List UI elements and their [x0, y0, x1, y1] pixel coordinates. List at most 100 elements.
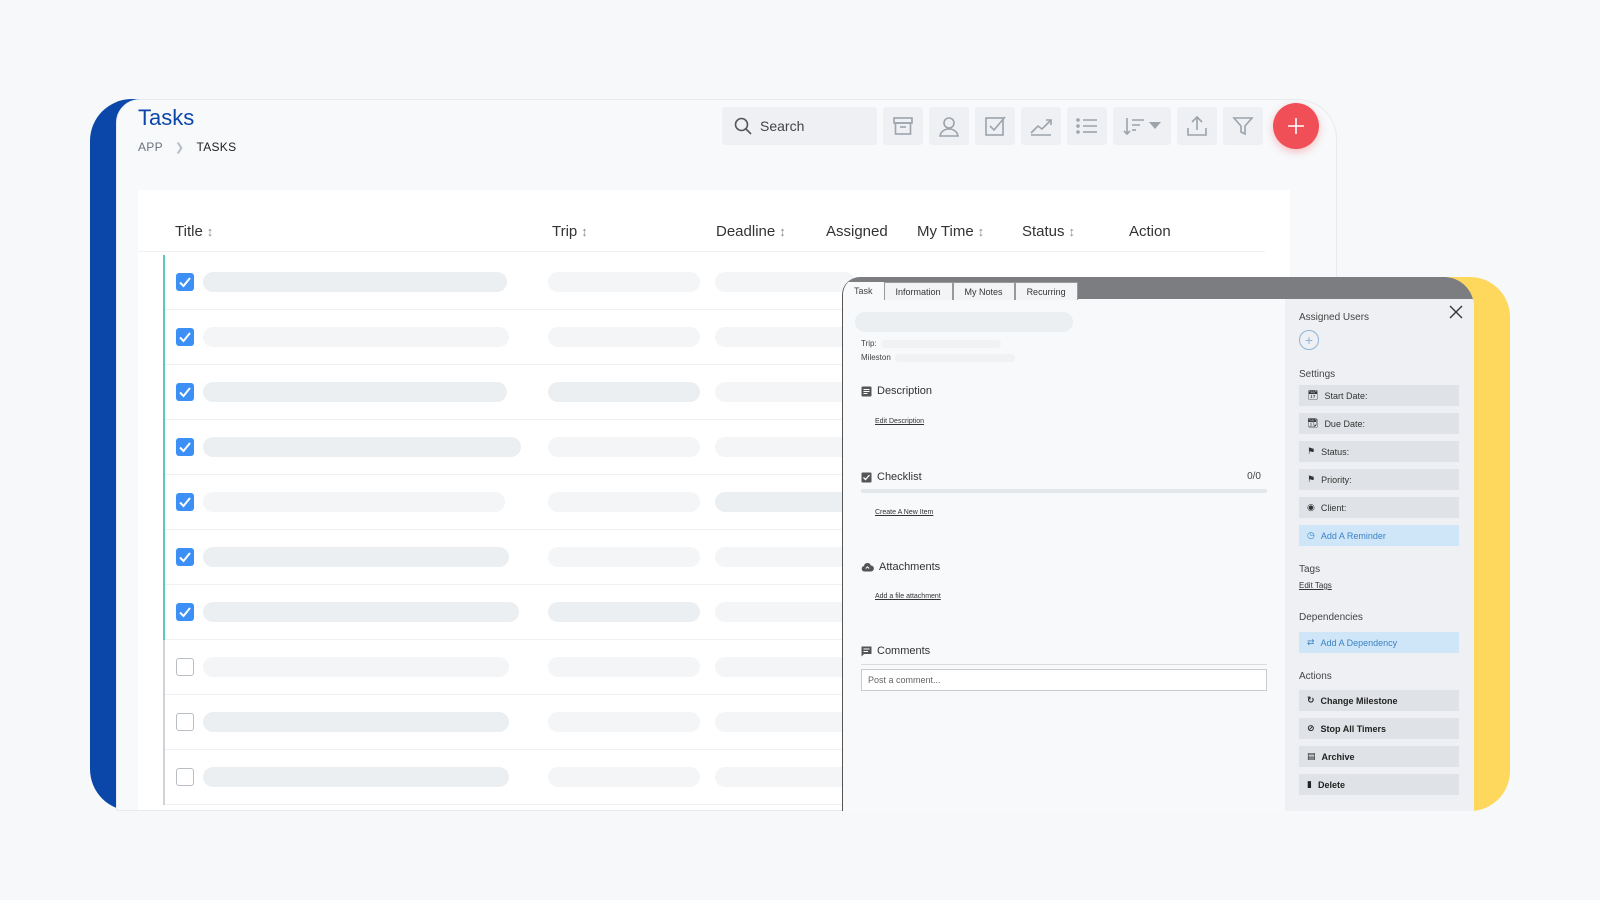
task-title-placeholder — [855, 312, 1073, 332]
settings-heading: Settings — [1299, 369, 1336, 380]
deadline-placeholder — [715, 547, 855, 567]
checkbox-unchecked[interactable] — [176, 658, 194, 676]
tab-my-notes[interactable]: My Notes — [952, 282, 1015, 300]
tags-heading: Tags — [1299, 564, 1321, 575]
start-date-button[interactable]: 📅︎ Start Date: — [1299, 385, 1459, 406]
trip-placeholder — [548, 712, 700, 732]
deadline-placeholder — [715, 767, 855, 787]
add-user-button[interactable]: + — [1299, 330, 1319, 350]
checkmark-icon — [179, 607, 191, 618]
user-filter-button[interactable] — [929, 107, 969, 145]
add-dependency-button[interactable]: ⇄ Add A Dependency — [1299, 632, 1459, 653]
search-input[interactable] — [760, 118, 865, 134]
archive-task-button[interactable]: ▤ Archive — [1299, 746, 1459, 767]
checkbox-checked[interactable] — [176, 603, 194, 621]
deadline-placeholder — [715, 602, 855, 622]
upload-icon — [1187, 115, 1207, 136]
column-header-my-time[interactable]: My Time ↕ — [917, 223, 984, 240]
attachments-section-title: Attachments — [861, 561, 940, 573]
client-button[interactable]: ◉ Client: — [1299, 497, 1459, 518]
checkmark-icon — [179, 332, 191, 343]
plus-icon: + — [1304, 332, 1314, 348]
title-placeholder — [203, 602, 519, 622]
deadline-placeholder — [715, 657, 855, 677]
task-milestone: Mileston — [861, 353, 1015, 362]
checkbox-checked[interactable] — [176, 328, 194, 346]
checkbox-checked[interactable] — [176, 548, 194, 566]
checkbox-checked[interactable] — [176, 438, 194, 456]
sort-icon: ↕ — [977, 224, 985, 239]
sort-dropdown[interactable] — [1113, 107, 1171, 145]
row-status-stripe — [163, 530, 165, 585]
archive-icon: ▤ — [1307, 751, 1316, 761]
deadline-placeholder — [715, 327, 855, 347]
task-trip: Trip: — [861, 339, 1001, 348]
export-button[interactable] — [1177, 107, 1217, 145]
checkbox-icon — [985, 116, 1006, 136]
calendar-clock-icon: 📆︎ — [1307, 418, 1319, 428]
sort-icon — [1123, 118, 1144, 136]
edit-description-link[interactable]: Edit Description — [875, 418, 924, 425]
add-task-button[interactable] — [1273, 103, 1319, 149]
trip-placeholder — [548, 492, 700, 512]
column-header-deadline[interactable]: Deadline ↕ — [716, 223, 786, 240]
checkbox-unchecked[interactable] — [176, 713, 194, 731]
checkbox-unchecked[interactable] — [176, 768, 194, 786]
priority-button[interactable]: ⚑ Priority: — [1299, 469, 1459, 490]
delete-task-button[interactable]: ▮ Delete — [1299, 774, 1459, 795]
trend-icon — [1030, 119, 1052, 136]
checked-filter-button[interactable] — [975, 107, 1015, 145]
trip-placeholder — [548, 602, 700, 622]
archive-button[interactable] — [883, 107, 923, 145]
row-status-stripe — [163, 255, 165, 310]
edit-tags-link[interactable]: Edit Tags — [1299, 581, 1332, 590]
checkmark-icon — [179, 552, 191, 563]
checkbox-checked[interactable] — [176, 273, 194, 291]
checkbox-checked[interactable] — [176, 383, 194, 401]
divider — [861, 664, 1267, 665]
tab-information[interactable]: Information — [883, 282, 953, 300]
filter-icon — [1232, 117, 1254, 136]
checkbox-icon — [861, 472, 872, 482]
column-header-status[interactable]: Status ↕ — [1022, 223, 1075, 240]
close-icon[interactable] — [1449, 305, 1463, 319]
comment-input[interactable] — [861, 669, 1267, 691]
title-placeholder — [203, 437, 521, 457]
tab-task[interactable]: Task — [843, 282, 884, 300]
column-header-trip[interactable]: Trip ↕ — [552, 223, 588, 240]
checkbox-checked[interactable] — [176, 493, 194, 511]
title-placeholder — [203, 657, 509, 677]
table-header: Title ↕ Trip ↕ Deadline ↕ Assigned My Time ↕… — [138, 212, 1265, 252]
filter-button[interactable] — [1223, 107, 1263, 145]
add-reminder-button[interactable]: ◷ Add A Reminder — [1299, 525, 1459, 546]
checkmark-icon — [179, 277, 191, 288]
add-attachment-link[interactable]: Add a file attachment — [875, 593, 941, 600]
breadcrumb: APP ❯ TASKS — [138, 140, 236, 154]
chevron-right-icon: ❯ — [174, 141, 185, 154]
title-placeholder — [203, 712, 509, 732]
search-box[interactable] — [722, 107, 877, 145]
due-date-button[interactable]: 📆︎ Due Date: — [1299, 413, 1459, 434]
task-detail-sidebar: Assigned Users + Settings 📅︎ Start Date: … — [1285, 299, 1474, 811]
create-item-link[interactable]: Create A New Item — [875, 509, 933, 516]
checklist-count: 0/0 — [1247, 471, 1261, 482]
breadcrumb-app[interactable]: APP — [138, 140, 163, 154]
user-icon — [939, 117, 959, 137]
deadline-placeholder — [715, 437, 855, 457]
calendar-icon: 📅︎ — [1307, 390, 1319, 400]
tab-bar: Task Information My Notes Recurring — [843, 277, 1474, 300]
archive-icon — [893, 117, 913, 135]
tab-recurring[interactable]: Recurring — [1014, 282, 1078, 300]
stop-timers-button[interactable]: ⊘ Stop All Timers — [1299, 718, 1459, 739]
list-view-button[interactable] — [1067, 107, 1107, 145]
page-title: Tasks — [138, 105, 195, 130]
change-milestone-button[interactable]: ↻ Change Milestone — [1299, 690, 1459, 711]
column-header-title[interactable]: Title ↕ — [175, 223, 213, 240]
title-placeholder — [203, 492, 505, 512]
deadline-placeholder — [715, 712, 855, 732]
status-button[interactable]: ⚑ Status: — [1299, 441, 1459, 462]
deadline-placeholder — [715, 272, 855, 292]
stats-button[interactable] — [1021, 107, 1061, 145]
trip-placeholder — [548, 272, 700, 292]
caret-down-icon — [1149, 122, 1161, 129]
